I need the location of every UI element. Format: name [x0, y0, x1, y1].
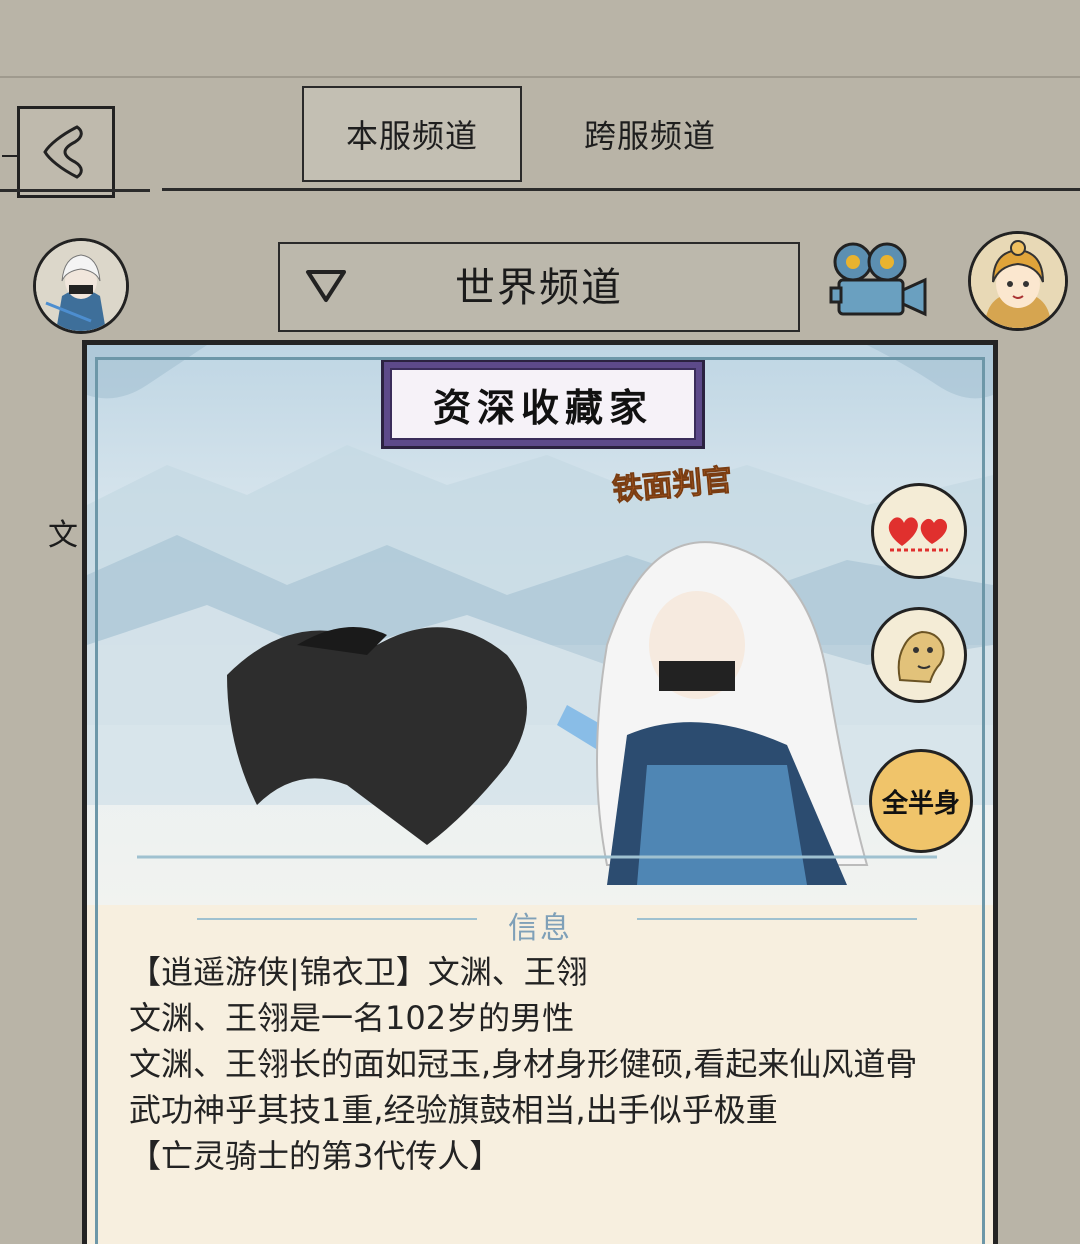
tab-cross-server[interactable]: 跨服频道 [550, 86, 750, 182]
card-frame [95, 357, 985, 1244]
side-label: 文 [48, 518, 78, 553]
channel-label: 世界频道 [455, 265, 623, 311]
character-card: 资深收藏家 铁面判官 全半身 信息 【逍遥游侠|锦衣卫】文渊、王翎 文渊、王翎是… [82, 340, 998, 1244]
back-button[interactable] [2, 106, 115, 198]
header-underline-left [0, 189, 150, 192]
video-camera-icon[interactable] [829, 240, 929, 320]
assistant-avatar[interactable] [968, 231, 1068, 331]
tab-local-server[interactable]: 本服频道 [302, 86, 522, 182]
header-underline [162, 188, 1080, 191]
player-avatar[interactable] [33, 238, 129, 334]
top-divider [0, 76, 1080, 78]
back-arrow-icon [43, 125, 83, 179]
channel-dropdown[interactable]: 世界频道 [278, 242, 800, 332]
